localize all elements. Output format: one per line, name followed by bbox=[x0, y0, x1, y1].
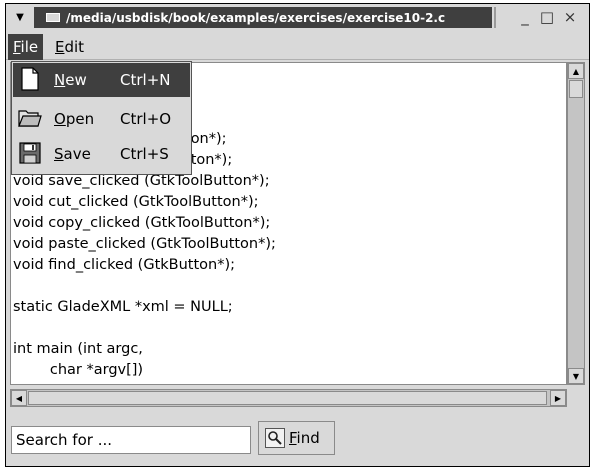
new-document-icon bbox=[18, 67, 42, 91]
code-line: void copy_clicked (GtkToolButton*); bbox=[13, 215, 271, 231]
close-button[interactable]: × bbox=[560, 8, 580, 26]
window-icon bbox=[46, 13, 60, 22]
menu-item-open[interactable]: Open Ctrl+O bbox=[13, 102, 190, 136]
search-input[interactable]: Search for ... bbox=[11, 426, 251, 454]
code-line: char *argv[]) bbox=[13, 362, 144, 378]
menu-bar: File Edit bbox=[6, 34, 589, 60]
magnifier-icon bbox=[265, 428, 285, 448]
scroll-left-arrow-icon[interactable]: ◀ bbox=[11, 390, 27, 406]
menu-edit[interactable]: Edit bbox=[50, 34, 89, 60]
title-divider bbox=[494, 7, 496, 28]
find-button[interactable]: Find bbox=[258, 421, 335, 455]
scroll-right-arrow-icon[interactable]: ▶ bbox=[550, 390, 566, 406]
scroll-down-arrow-icon[interactable]: ▼ bbox=[568, 368, 584, 384]
code-line: void find_clicked (GtkButton*); bbox=[13, 257, 236, 273]
menu-item-save[interactable]: Save Ctrl+S bbox=[13, 137, 190, 171]
scroll-up-arrow-icon[interactable]: ▲ bbox=[568, 63, 584, 79]
vertical-scrollbar[interactable]: ▲ ▼ bbox=[567, 62, 585, 385]
code-line: void cut_clicked (GtkToolButton*); bbox=[13, 194, 259, 210]
maximize-button[interactable]: □ bbox=[537, 8, 557, 26]
code-line: int main (int argc, bbox=[13, 341, 143, 357]
menu-item-new[interactable]: New Ctrl+N bbox=[13, 63, 190, 97]
window-title: /media/usbdisk/book/examples/exercises/e… bbox=[66, 10, 446, 25]
title-bar[interactable]: ▼ /media/usbdisk/book/examples/exercises… bbox=[6, 4, 589, 30]
save-disk-icon bbox=[18, 141, 42, 165]
window-title-area[interactable]: /media/usbdisk/book/examples/exercises/e… bbox=[34, 7, 492, 28]
code-line: void paste_clicked (GtkToolButton*); bbox=[13, 236, 276, 252]
horizontal-scroll-thumb[interactable] bbox=[28, 391, 547, 405]
code-line: static GladeXML *xml = NULL; bbox=[13, 299, 233, 315]
window-menu-icon[interactable]: ▼ bbox=[10, 6, 30, 28]
folder-open-icon bbox=[18, 106, 42, 130]
find-button-label: Find bbox=[289, 429, 320, 447]
horizontal-scrollbar[interactable]: ◀ ▶ bbox=[10, 389, 567, 407]
menu-file[interactable]: File bbox=[8, 34, 44, 60]
vertical-scroll-thumb[interactable] bbox=[569, 80, 583, 98]
minimize-button[interactable]: _ bbox=[515, 8, 535, 26]
file-dropdown-menu: New Ctrl+N Open Ctrl+O Save Ctrl+S bbox=[11, 61, 192, 175]
